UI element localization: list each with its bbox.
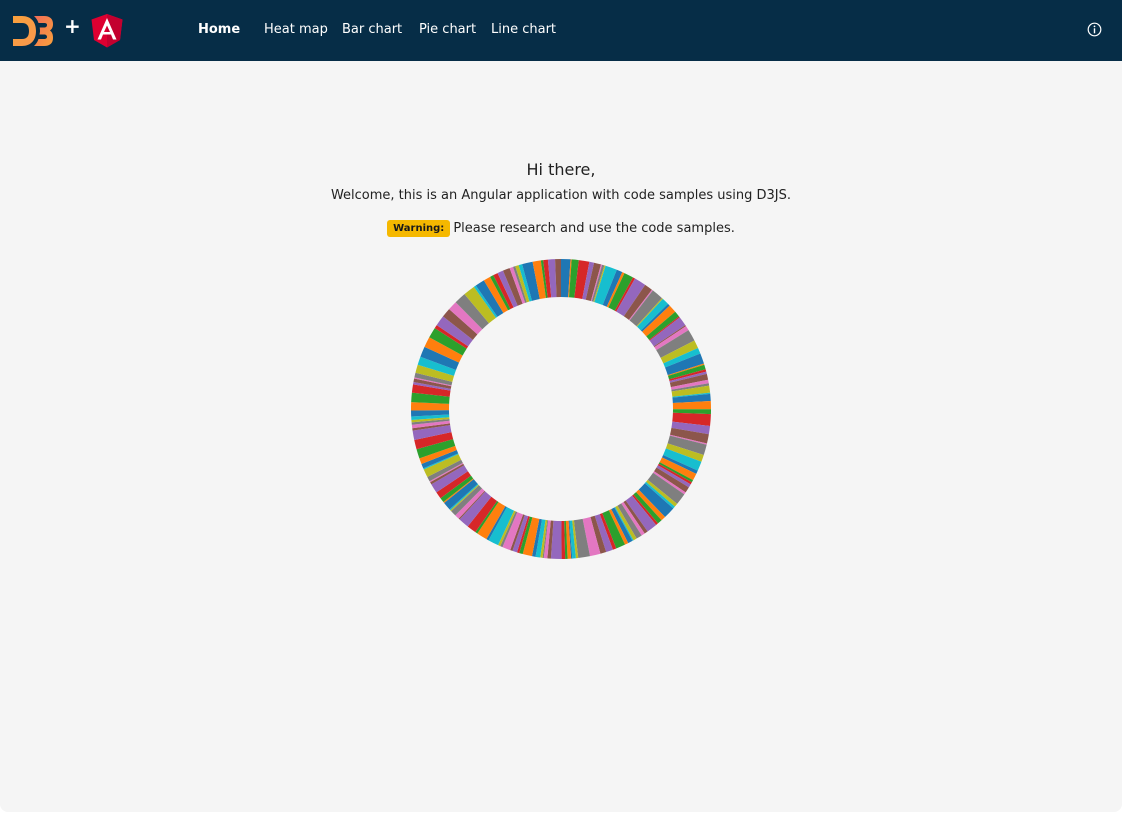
nav-bar-chart[interactable]: Bar chart <box>342 19 402 41</box>
warning-badge: Warning: <box>387 220 451 237</box>
angular-logo-icon[interactable] <box>91 14 123 48</box>
warning-text: Please research and use the code samples… <box>453 221 735 236</box>
welcome-text: Welcome, this is an Angular application … <box>330 188 792 203</box>
nav-pie-chart[interactable]: Pie chart <box>419 19 476 41</box>
nav-heat-map[interactable]: Heat map <box>264 19 328 41</box>
warning-line: Warning: Please research and use the code… <box>0 219 1122 239</box>
top-navbar: + Home Heat map Bar chart Pie chart Line… <box>0 0 1122 61</box>
nav-line-chart[interactable]: Line chart <box>491 19 556 41</box>
d3-logo-icon[interactable] <box>12 14 54 48</box>
donut-chart <box>411 259 711 559</box>
app-window: + Home Heat map Bar chart Pie chart Line… <box>0 0 1122 812</box>
nav-home[interactable]: Home <box>198 19 240 41</box>
info-icon[interactable] <box>1087 22 1102 37</box>
plus-sign: + <box>64 14 81 38</box>
greeting-heading: Hi there, <box>526 160 596 179</box>
